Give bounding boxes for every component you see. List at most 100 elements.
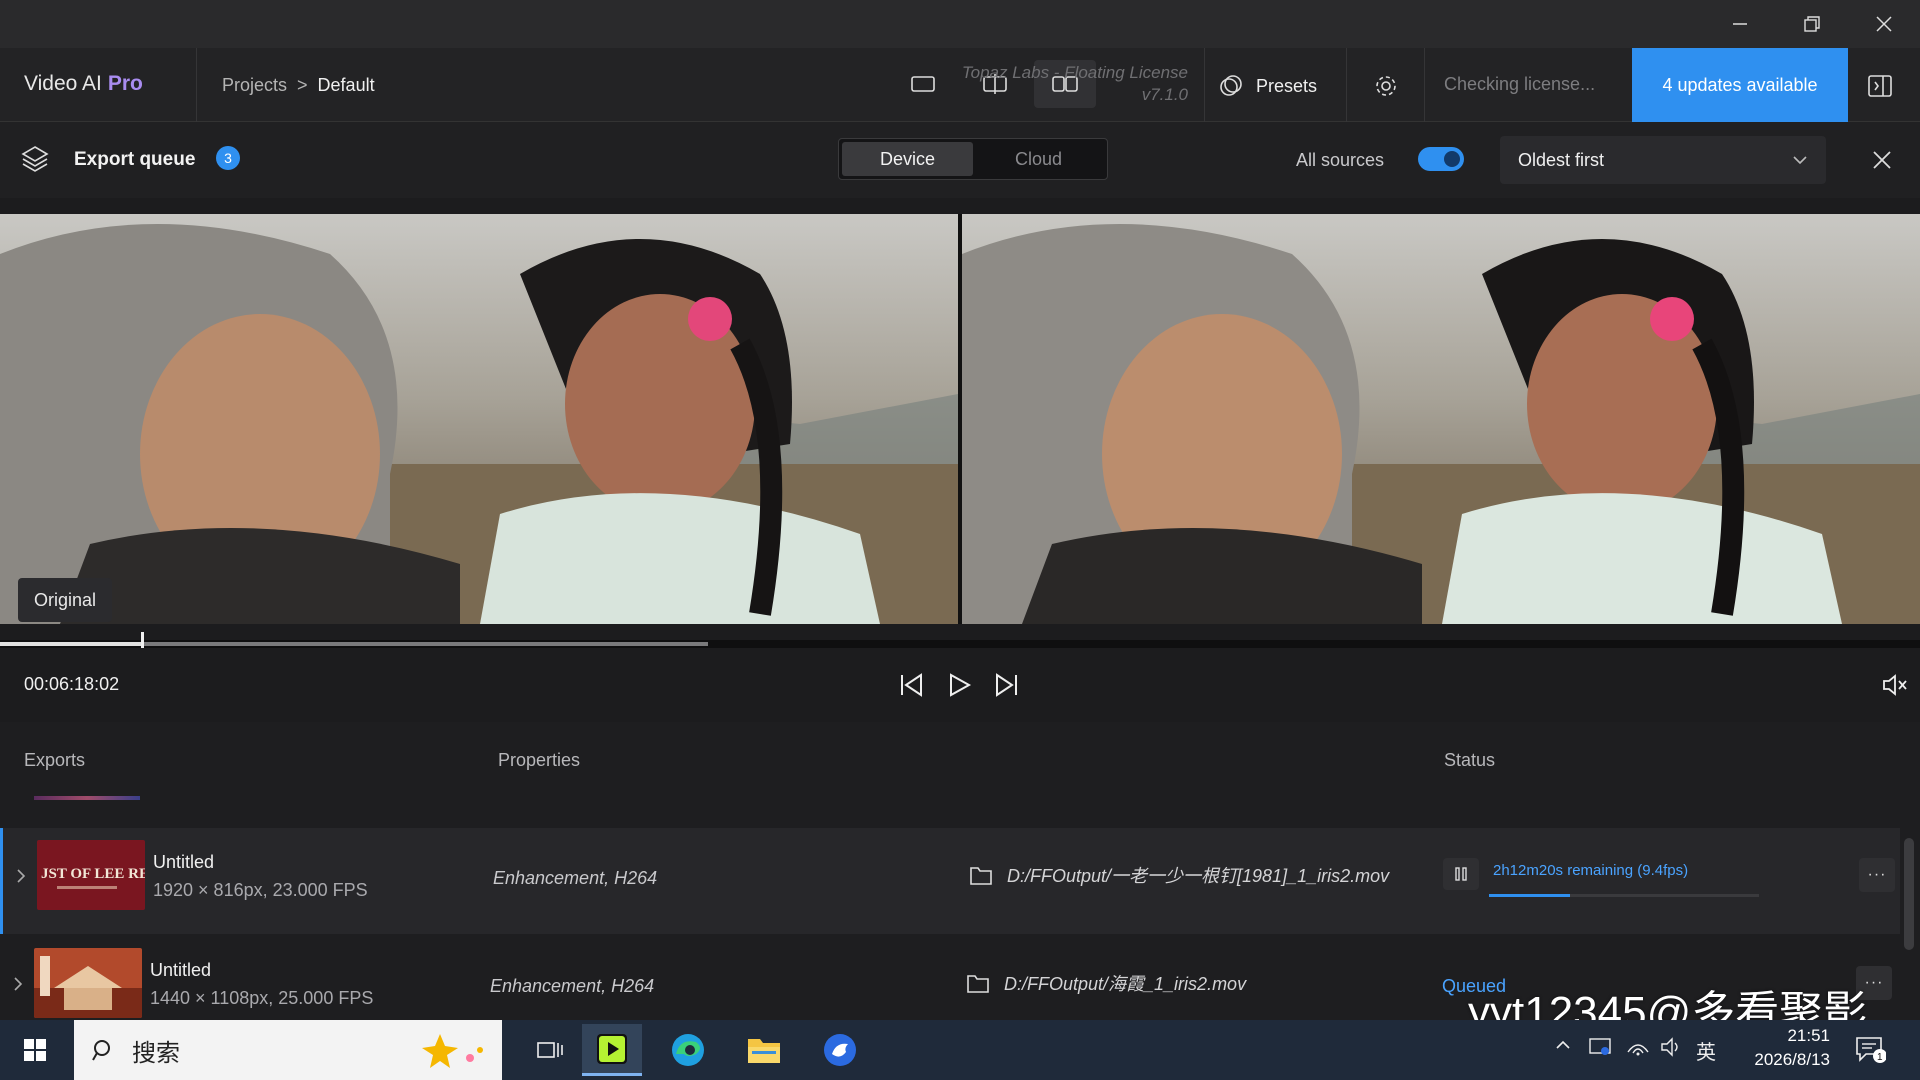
- original-label: Original: [18, 578, 113, 622]
- folder-icon: [967, 975, 989, 993]
- enhanced-video-image: [962, 214, 1920, 624]
- display-icon: [1589, 1038, 1611, 1055]
- queue-count-badge: 3: [216, 146, 240, 170]
- notification-count: 1: [1877, 1052, 1883, 1063]
- output-path[interactable]: D:/FFOutput/海霞_1_iris2.mov: [966, 970, 1246, 996]
- presets-label: Presets: [1256, 75, 1318, 96]
- restore-button[interactable]: [1776, 0, 1848, 48]
- close-queue-button[interactable]: [1866, 144, 1898, 176]
- app-version: v7.1.0: [1141, 85, 1188, 104]
- export-properties: Enhancement, H264: [490, 976, 655, 996]
- row-more-button[interactable]: ···: [1859, 858, 1895, 892]
- updates-button[interactable]: 4 updates available: [1632, 48, 1848, 122]
- taskbar-clock[interactable]: 21:51 2026/8/13: [1720, 1024, 1830, 1072]
- table-header: Exports Properties Status: [0, 722, 1920, 802]
- side-panel-toggle[interactable]: [1864, 70, 1896, 102]
- windows-icon: [24, 1039, 46, 1061]
- export-meta: 1920 × 816px, 23.000 FPS: [153, 880, 368, 900]
- taskbar-app-video-ai[interactable]: [582, 1024, 642, 1076]
- timeline-played: [0, 642, 143, 646]
- output-path[interactable]: D:/FFOutput/一老一少一根钉[1981]_1_iris2.mov: [969, 862, 1389, 888]
- search-icon: [92, 1040, 110, 1061]
- step-forward-icon: [996, 673, 1017, 697]
- enhanced-frame: [962, 214, 1920, 624]
- tab-device[interactable]: Device: [842, 142, 973, 176]
- window-titlebar: [0, 0, 1920, 48]
- video-preview[interactable]: [0, 214, 1920, 624]
- table-scrollbar[interactable]: [1904, 838, 1914, 950]
- license-status: Checking license...: [1444, 74, 1596, 94]
- clock-time: 21:51: [1787, 1026, 1830, 1045]
- search-highlight-icon: [422, 1034, 483, 1068]
- export-properties: Enhancement, H264: [493, 868, 658, 888]
- close-window-button[interactable]: [1848, 0, 1920, 48]
- brand-pro-label: Pro: [107, 72, 143, 95]
- timecode: 00:06:18:02: [24, 674, 120, 694]
- tray-volume-icon[interactable]: [1660, 1036, 1684, 1063]
- chevron-down-icon: [1793, 156, 1807, 165]
- export-name: Untitled: [153, 852, 215, 872]
- task-view-icon: [537, 1042, 563, 1058]
- notification-center-button[interactable]: 1: [1854, 1034, 1887, 1069]
- original-frame: [0, 214, 958, 624]
- start-button[interactable]: [14, 1034, 56, 1066]
- mute-button[interactable]: [1878, 668, 1912, 702]
- play-button[interactable]: [942, 668, 976, 702]
- playback-controls: 00:06:18:02: [0, 648, 1920, 720]
- edge-browser-icon: [672, 1034, 704, 1066]
- presets-icon: [1220, 75, 1242, 96]
- export-progress-fill: [1489, 894, 1570, 897]
- app-brand: Video AI Pro: [24, 72, 143, 96]
- presets-button[interactable]: Presets: [1218, 66, 1317, 106]
- pause-icon: [1455, 867, 1467, 881]
- task-view-button[interactable]: [520, 1024, 580, 1076]
- column-status: Status: [1444, 750, 1496, 770]
- taskbar-search[interactable]: 搜索: [74, 1020, 502, 1080]
- step-back-icon: [901, 673, 922, 697]
- pause-button[interactable]: [1443, 858, 1479, 890]
- ime-indicator[interactable]: 英: [1696, 1036, 1716, 1065]
- export-meta: 1440 × 1108px, 25.000 FPS: [150, 988, 374, 1008]
- taskbar-app-sogou[interactable]: [810, 1024, 870, 1076]
- folder-app-icon: [748, 1039, 780, 1063]
- breadcrumb-current: Default: [317, 75, 375, 95]
- chevron-right-icon[interactable]: [12, 976, 24, 997]
- output-path-text: D:/FFOutput/一老一少一根钉[1981]_1_iris2.mov: [1007, 866, 1390, 886]
- license-info: Topaz Labs - Floating License v7.1.0: [930, 62, 1188, 106]
- tray-network-icon[interactable]: [1626, 1036, 1650, 1063]
- taskbar-app-edge[interactable]: [658, 1024, 718, 1076]
- all-sources-toggle[interactable]: [1418, 147, 1464, 171]
- folder-icon: [970, 867, 992, 885]
- side-panel-icon: [1868, 75, 1892, 97]
- previous-frame-button[interactable]: [894, 668, 928, 702]
- export-name: Untitled: [150, 960, 212, 980]
- brand-name: Video AI: [24, 72, 102, 95]
- next-frame-button[interactable]: [990, 668, 1024, 702]
- mute-icon: [1883, 674, 1907, 696]
- chevron-right-icon[interactable]: [15, 868, 27, 889]
- all-sources-label: All sources: [1296, 150, 1385, 170]
- output-path-text: D:/FFOutput/海霞_1_iris2.mov: [1004, 974, 1247, 994]
- video-ai-app-icon: [597, 1033, 627, 1064]
- os-taskbar: 搜索 英 21:51 2026/8/13 1: [0, 1020, 1920, 1080]
- taskbar-app-file-explorer[interactable]: [734, 1024, 794, 1076]
- search-placeholder: 搜索: [132, 1039, 180, 1067]
- breadcrumb-separator: >: [297, 75, 308, 95]
- export-progress-bar: [1489, 894, 1759, 897]
- timeline-scrubber[interactable]: [0, 632, 1920, 654]
- sort-select[interactable]: Oldest first: [1500, 136, 1826, 184]
- breadcrumb-projects[interactable]: Projects: [222, 75, 287, 96]
- tab-cloud[interactable]: Cloud: [973, 142, 1104, 176]
- minimize-button[interactable]: [1704, 0, 1776, 48]
- layers-icon: [20, 144, 50, 179]
- restore-icon: [1804, 16, 1820, 32]
- header-divider: [1346, 48, 1347, 122]
- tray-overflow-button[interactable]: [1554, 1036, 1572, 1059]
- header-divider: [1424, 48, 1425, 122]
- header-divider: [1204, 48, 1205, 122]
- play-icon: [950, 673, 972, 697]
- settings-button[interactable]: [1366, 66, 1406, 106]
- table-row[interactable]: JST OF LEE RETUI Untitled 1920 × 816px, …: [0, 828, 1900, 934]
- gear-icon: [1376, 76, 1396, 96]
- tray-display-icon[interactable]: [1588, 1036, 1612, 1063]
